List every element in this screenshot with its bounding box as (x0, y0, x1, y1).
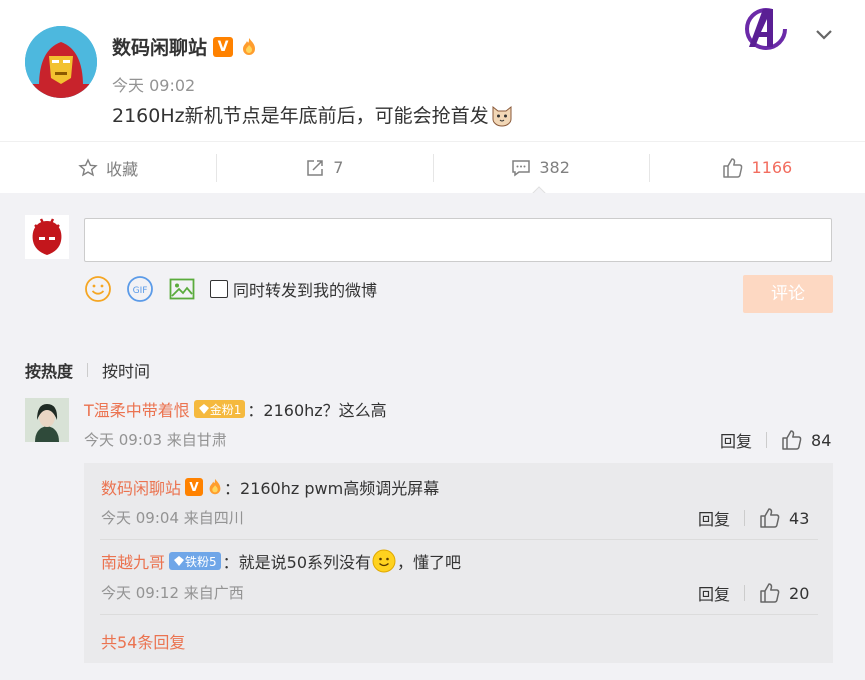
emoji-picker-icon[interactable] (84, 275, 112, 303)
reply-like-count: 20 (789, 583, 810, 603)
comment-ops: 回复 84 (720, 428, 831, 452)
star-icon (78, 157, 98, 176)
comment-like-count: 84 (811, 430, 832, 450)
reply-divider (100, 539, 818, 540)
reply-1: 数码闲聊站 V ：2160hz pwm高频调光屏幕 (101, 475, 439, 499)
comment-meta: 今天 09:03 来自甘肃 (84, 431, 227, 449)
chevron-down-icon[interactable] (812, 22, 836, 46)
reply-button[interactable]: 回复 (698, 506, 730, 530)
comment-1: T温柔中带着恨 金粉1 ：2160hz？这么高 (84, 397, 387, 421)
reply-text: ：2160hz pwm高频调光屏幕 (224, 479, 440, 498)
verified-badge: V (185, 478, 204, 496)
weibo-post: 数码闲聊站 V 今天 09:02 2160Hz新机节点是年底前后，可能会抢首发 (0, 0, 865, 140)
repost-count: 7 (333, 158, 344, 177)
comment-count: 382 (539, 158, 570, 177)
commenter-avatar[interactable] (25, 398, 69, 442)
repost-button[interactable]: 7 (216, 142, 432, 193)
image-upload-icon[interactable] (168, 275, 196, 303)
author-avatar[interactable] (25, 26, 97, 98)
like-count: 1166 (751, 158, 793, 177)
reply-button[interactable]: 回复 (720, 428, 752, 452)
thumbs-up-icon (722, 157, 742, 178)
thumbs-up-icon (760, 583, 780, 603)
reply-text-before: ：就是说50系列没有 (222, 553, 372, 572)
avengers-logo-icon (745, 8, 787, 50)
iron-fan-badge-label: 铁粉5 (185, 554, 217, 569)
author-name[interactable]: 数码闲聊站 (112, 33, 207, 60)
like-button[interactable]: 1166 (648, 142, 865, 193)
favorite-button[interactable]: 收藏 (0, 142, 216, 193)
ops-divider (744, 510, 746, 526)
post-text: 2160Hz新机节点是年底前后，可能会抢首发 (112, 105, 489, 127)
thumbs-up-icon (782, 430, 802, 450)
also-repost-option[interactable]: 同时转发到我的微博 (210, 277, 377, 301)
reply-meta: 今天 09:04 来自四川 (101, 509, 244, 527)
replies-container: 数码闲聊站 V ：2160hz pwm高频调光屏幕 今天 09:04 来自四川 … (84, 463, 833, 663)
reply-like-button[interactable]: 20 (759, 582, 809, 604)
ops-divider (744, 585, 746, 601)
author-name-row: 数码闲聊站 V (112, 33, 259, 60)
reply-like-count: 43 (789, 508, 810, 528)
post-content: 2160Hz新机节点是年底前后，可能会抢首发 (112, 101, 514, 128)
post-time: 今天 09:02 (112, 76, 196, 95)
diamond-icon (198, 404, 209, 414)
sort-by-hot-tab[interactable]: 按热度 (25, 358, 73, 382)
commenter-name[interactable]: T温柔中带着恨 (84, 397, 190, 421)
comment-icon (512, 159, 531, 176)
iron-fan-badge: 铁粉5 (169, 552, 221, 570)
gif-icon-label: GIF (133, 286, 148, 296)
fan-club-flame-icon (243, 37, 256, 55)
reply-author-name[interactable]: 南越九哥 (101, 549, 165, 573)
submit-comment-button[interactable]: 评论 (743, 275, 833, 313)
repost-icon (307, 159, 324, 176)
smiley-emoji-icon (372, 549, 396, 573)
view-all-replies-link[interactable]: 共54条回复 (101, 629, 185, 653)
also-repost-label: 同时转发到我的微博 (233, 281, 378, 300)
current-user-avatar[interactable] (25, 215, 69, 259)
post-action-bar: 收藏 7 382 1166 (0, 141, 865, 193)
cat-emoji-icon (492, 105, 512, 126)
sort-divider (87, 363, 89, 377)
comment-section: GIF 同时转发到我的微博 评论 按热度 按时间 T温柔中带着恨 金粉1 ：21… (0, 193, 865, 680)
fan-club-flame-icon (209, 478, 221, 495)
ops-divider (766, 432, 768, 448)
reply-like-button[interactable]: 43 (759, 507, 809, 529)
comment-text: ：2160hz？这么高 (247, 401, 387, 420)
verified-badge: V (213, 36, 234, 57)
gold-fan-badge: 金粉1 (193, 400, 246, 418)
comment-sort: 按热度 按时间 (25, 358, 150, 382)
comment-like-button[interactable]: 84 (781, 429, 831, 451)
sort-by-time-tab[interactable]: 按时间 (102, 358, 150, 382)
diamond-icon (174, 556, 185, 566)
reply-meta: 今天 09:12 来自广西 (101, 584, 244, 602)
gif-icon[interactable]: GIF (126, 275, 154, 303)
reply-ops: 回复 20 (698, 581, 809, 605)
reply-text-after: ，懂了吧 (397, 553, 462, 572)
reply-2: 南越九哥 铁粉5 ：就是说50系列没有 ，懂了吧 (101, 549, 461, 573)
reply-button[interactable]: 回复 (698, 581, 730, 605)
comment-input[interactable] (84, 218, 832, 262)
favorite-label: 收藏 (106, 159, 139, 179)
reply-author-name[interactable]: 数码闲聊站 (101, 475, 181, 499)
reply-divider (100, 614, 818, 615)
reply-ops: 回复 43 (698, 506, 809, 530)
gold-fan-badge-label: 金粉1 (209, 402, 242, 417)
thumbs-up-icon (760, 508, 780, 528)
composer-toolbar: GIF 同时转发到我的微博 (84, 275, 377, 303)
also-repost-checkbox[interactable] (210, 280, 228, 298)
